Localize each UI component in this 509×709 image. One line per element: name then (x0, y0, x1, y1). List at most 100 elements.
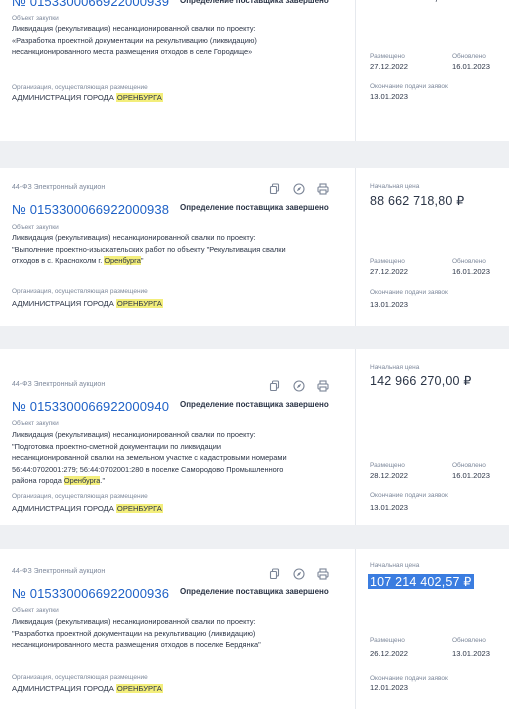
procurement-card: 44-ФЗ Электронный аукцион № 0153300066922… (0, 549, 509, 709)
placed-label: Размещено (370, 462, 405, 469)
card-main-section: № 0153300066922000939 Определение поставщ… (0, 0, 355, 141)
object-description: Ликвидация (рекультивация) несанкциониро… (12, 429, 348, 487)
procurement-type: 44-ФЗ Электронный аукцион (12, 381, 106, 388)
description-line: "Выполнние проектно-изыскательских работ… (12, 244, 286, 254)
organization-label: Организация, осуществляющая размещение (12, 493, 148, 500)
card-actions (268, 379, 330, 393)
initial-price: 107 214 402,57 ₽ (368, 574, 474, 589)
deadline-date: 12.01.2023 (370, 683, 409, 692)
description-line: «Разработка проектной документации на ре… (12, 35, 257, 45)
description-line: несанкционированной свалки на земельном … (12, 453, 287, 462)
procurement-type: 44-ФЗ Электронный аукцион (12, 568, 106, 575)
search-highlight: ОРЕНБУРГА (115, 93, 163, 102)
description-line: Ликвидация (рекультивация) несанкциониро… (12, 24, 256, 33)
procurement-number-link[interactable]: № 0153300066922000938 (12, 202, 169, 217)
deadline-date: 13.01.2023 (370, 92, 409, 101)
organization-link[interactable]: АДМИНИСТРАЦИЯ ГОРОДА ОРЕНБУРГА (12, 93, 163, 102)
object-description: Ликвидация (рекультивация) несанкциониро… (12, 616, 348, 651)
copy-icon[interactable] (268, 182, 282, 196)
deadline-label: Окончание подачи заявок (370, 492, 448, 499)
object-label: Объект закупки (12, 420, 59, 427)
status-text: Определение поставщика завершено (180, 203, 329, 212)
procurement-number-link[interactable]: № 0153300066922000939 (12, 0, 169, 9)
copy-icon[interactable] (268, 379, 282, 393)
deadline-date: 13.01.2023 (370, 300, 409, 309)
initial-price: 142 966 270,00 ₽ (370, 374, 472, 388)
procurement-number-link[interactable]: № 0153300066922000940 (12, 399, 169, 414)
organization-link[interactable]: АДМИНИСТРАЦИЯ ГОРОДА ОРЕНБУРГА (12, 299, 163, 308)
deadline-label: Окончание подачи заявок (370, 289, 448, 296)
procurement-number-link[interactable]: № 0153300066922000936 (12, 586, 169, 601)
card-main-section: 44-ФЗ Электронный аукцион № 0153300066922… (0, 349, 355, 525)
compass-icon[interactable] (292, 182, 306, 196)
search-highlight: ОРЕНБУРГА (115, 299, 163, 308)
card-price-section: Начальная цена 142 966 270,00 ₽ Размещено О… (356, 349, 509, 525)
organization-name: АДМИНИСТРАЦИЯ ГОРОДА (12, 684, 116, 693)
placed-date: 27.12.2022 (370, 62, 409, 71)
copy-icon[interactable] (268, 567, 282, 581)
deadline-date: 13.01.2023 (370, 503, 409, 512)
procurement-card: 44-ФЗ Электронный аукцион № 0153300066922… (0, 168, 509, 326)
search-highlight: Оренбурга (104, 256, 141, 265)
updated-label: Обновлено (452, 258, 486, 265)
placed-label: Размещено (370, 53, 405, 60)
price-label: Начальная цена (370, 562, 420, 569)
organization-name: АДМИНИСТРАЦИЯ ГОРОДА (12, 299, 116, 308)
price-label: Начальная цена (370, 183, 420, 190)
organization-link[interactable]: АДМИНИСТРАЦИЯ ГОРОДА ОРЕНБУРГА (12, 684, 163, 693)
initial-price: 84 486 299,70 ₽ (370, 0, 464, 3)
status-text: Определение поставщика завершено (180, 0, 329, 5)
compass-icon[interactable] (292, 567, 306, 581)
updated-date: 16.01.2023 (452, 267, 491, 276)
organization-link[interactable]: АДМИНИСТРАЦИЯ ГОРОДА ОРЕНБУРГА (12, 504, 163, 513)
description-line: несанкционированного места размещения от… (12, 47, 253, 56)
card-price-section: Начальная цена 88 662 718,80 ₽ Размещено Об… (356, 168, 509, 326)
description-line: района города Оренбурга." (12, 476, 106, 485)
search-highlight: ОРЕНБУРГА (115, 684, 163, 693)
status-text: Определение поставщика завершено (180, 587, 329, 596)
printer-icon[interactable] (316, 182, 330, 196)
organization-name: АДМИНИСТРАЦИЯ ГОРОДА (12, 504, 116, 513)
card-actions (268, 567, 330, 581)
organization-label: Организация, осуществляющая размещение (12, 84, 148, 91)
object-label: Объект закупки (12, 224, 59, 231)
card-main-section: 44-ФЗ Электронный аукцион № 0153300066922… (0, 549, 355, 709)
printer-icon[interactable] (316, 379, 330, 393)
card-main-section: 44-ФЗ Электронный аукцион № 0153300066922… (0, 168, 355, 326)
procurement-type: 44-ФЗ Электронный аукцион (12, 184, 106, 191)
search-highlight: ОРЕНБУРГА (115, 504, 163, 513)
deadline-label: Окончание подачи заявок (370, 675, 448, 682)
updated-date: 16.01.2023 (452, 471, 491, 480)
description-line: Ликвидация (рекультивация) несанкциониро… (12, 430, 256, 439)
placed-label: Размещено (370, 637, 405, 644)
object-description: Ликвидация (рекультивация) несанкциониро… (12, 23, 348, 58)
compass-icon[interactable] (292, 379, 306, 393)
organization-label: Организация, осуществляющая размещение (12, 288, 148, 295)
card-price-section: Начальная цена 107 214 402,57 ₽ Размещено О… (356, 549, 509, 709)
status-text: Определение поставщика завершено (180, 400, 329, 409)
object-label: Объект закупки (12, 15, 59, 22)
procurement-card: № 0153300066922000939 Определение поставщ… (0, 0, 509, 141)
procurement-card: 44-ФЗ Электронный аукцион № 0153300066922… (0, 349, 509, 525)
card-price-section: Начальная цена84 486 299,70 ₽РазмещеноОб… (356, 0, 509, 141)
updated-label: Обновлено (452, 462, 486, 469)
search-highlight: Оренбурга (63, 476, 101, 485)
updated-label: Обновлено (452, 637, 486, 644)
object-description: Ликвидация (рекультивация) несанкциониро… (12, 232, 348, 267)
placed-date: 28.12.2022 (370, 471, 409, 480)
description-line: отходов в с. Краснохолм г. Оренбурга" (12, 256, 144, 265)
description-line: "Подготовка проектно-сметной документаци… (12, 441, 222, 451)
initial-price: 88 662 718,80 ₽ (370, 194, 465, 208)
description-line: Ликвидация (рекультивация) несанкциониро… (12, 233, 256, 242)
card-actions (268, 182, 330, 196)
placed-date: 27.12.2022 (370, 267, 409, 276)
organization-label: Организация, осуществляющая размещение (12, 674, 148, 681)
object-label: Объект закупки (12, 607, 59, 614)
printer-icon[interactable] (316, 567, 330, 581)
description-line: "Разработка проектной документации на ре… (12, 628, 256, 638)
price-label: Начальная цена (370, 364, 420, 371)
description-line: несанкционированного места размещения от… (12, 640, 261, 649)
updated-label: Обновлено (452, 53, 486, 60)
deadline-label: Окончание подачи заявок (370, 83, 448, 90)
updated-date: 16.01.2023 (452, 62, 491, 71)
